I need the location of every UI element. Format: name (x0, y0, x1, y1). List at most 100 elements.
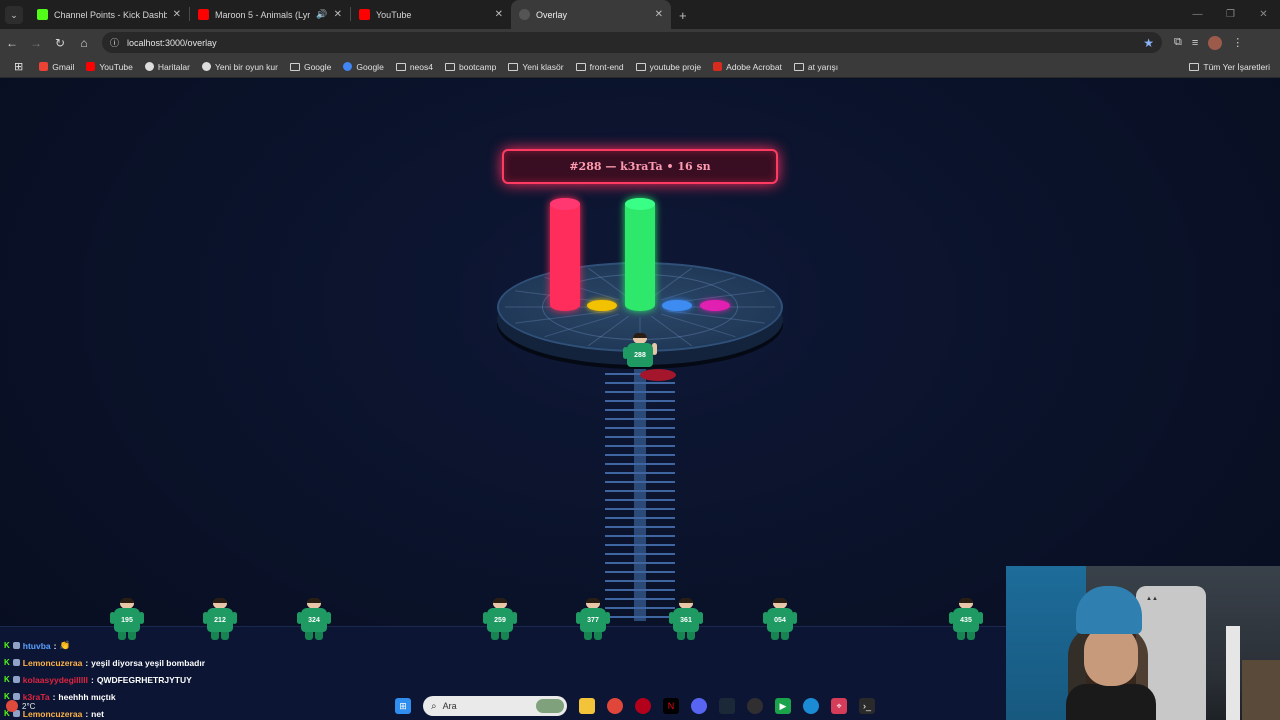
maps-pin-icon[interactable]: ⌖ (831, 698, 847, 714)
forward-arrow-icon[interactable]: → (24, 31, 48, 55)
back-arrow-icon[interactable]: ← (0, 31, 24, 55)
player-number: 361 (673, 608, 699, 632)
ladder-rung (605, 553, 675, 555)
chat-overlay: Khtuvba: 👏 K Lemoncuzeraa: yeşil diyorsa yeş… (0, 637, 420, 720)
speaker-icon[interactable]: 🔊 (316, 9, 327, 20)
minimize-icon[interactable]: — (1181, 0, 1214, 29)
discord-icon[interactable] (691, 698, 707, 714)
player-number: 324 (301, 608, 327, 632)
ladder-rung (605, 454, 675, 456)
round-banner: #288 — k3raTa • 16 sn (502, 149, 778, 184)
player-figure: 324 (297, 598, 331, 642)
close-icon[interactable]: ✕ (173, 9, 181, 20)
ladder-rail (634, 369, 646, 621)
apps-grid-icon[interactable]: ⊞ (8, 60, 33, 73)
home-icon[interactable]: ⌂ (72, 31, 96, 55)
player-hair (307, 598, 321, 603)
search-placeholder: Ara (442, 701, 457, 711)
navigation-bar: ← → ↻ ⌂ ⓘ localhost:3000/overlay ★ ⧉ ≡ ⋮ (0, 29, 1280, 56)
maps-icon (144, 62, 154, 71)
chat-separator: : (90, 674, 94, 685)
close-icon[interactable]: ✕ (334, 9, 342, 20)
kick-badge-icon: K (4, 675, 10, 684)
bookmark-youtube-proje[interactable]: youtube proje (630, 62, 708, 72)
gmail-icon (39, 62, 49, 71)
tab-youtube[interactable]: YouTube ✕ (351, 0, 511, 29)
bookmark-at-yarisi[interactable]: at yarışı (788, 62, 844, 72)
app-icon-red[interactable] (635, 698, 651, 714)
bookmark-haritalar[interactable]: Haritalar (139, 62, 196, 72)
terminal-icon[interactable]: ›_ (859, 698, 875, 714)
globe-icon (519, 9, 530, 20)
bookmark-label: at yarışı (807, 61, 839, 72)
ladder-rung (605, 481, 675, 483)
profile-avatar[interactable] (1208, 35, 1223, 50)
bookmark-label: Yeni bir oyun kur (214, 61, 278, 72)
steam-icon[interactable] (719, 698, 735, 714)
ladder-rung (605, 463, 675, 465)
player-leg (501, 631, 509, 640)
file-explorer-icon[interactable] (579, 698, 595, 714)
bookmark-google-folder[interactable]: Google (284, 62, 337, 72)
bookmark-front-end[interactable]: front-end (570, 62, 630, 72)
chat-separator: : (53, 640, 57, 651)
chrome-icon[interactable] (607, 698, 623, 714)
folder-icon (1189, 62, 1200, 71)
netflix-icon[interactable]: N (663, 698, 679, 714)
bookmark-label: Gmail (52, 61, 75, 72)
tab-overlay[interactable]: Overlay ✕ (511, 0, 671, 29)
bookmark-neos4[interactable]: neos4 (390, 62, 439, 72)
more-menu-icon[interactable]: ⋮ (1232, 36, 1243, 49)
player-number: 259 (487, 608, 513, 632)
chat-message: Kk3raTa: heehhh mıçtık (0, 688, 420, 705)
chat-text: QWDFEGRHETRJYTUY (96, 674, 192, 685)
bookmark-star-icon[interactable]: ★ (1143, 36, 1154, 50)
chat-message: Khtuvba: 👏 (0, 637, 420, 654)
player-hair (213, 598, 227, 603)
pillar-cap (625, 198, 655, 210)
close-icon[interactable]: ✕ (655, 9, 663, 20)
chat-text: net (91, 708, 104, 719)
bookmark-gmail[interactable]: Gmail (33, 62, 80, 72)
user-badge-icon (12, 642, 20, 649)
bookmark-yeni-klasor[interactable]: Yeni klasör (502, 62, 569, 72)
tab-kick-dashboard[interactable]: Channel Points - Kick Dashboa ✕ (29, 0, 189, 29)
color-dot (700, 300, 730, 311)
bookmark-youtube[interactable]: YouTube (80, 62, 138, 72)
folder-icon (635, 62, 646, 71)
obs-icon[interactable] (747, 698, 763, 714)
address-bar[interactable]: ⓘ localhost:3000/overlay ★ (102, 32, 1162, 53)
tab-search-button[interactable]: ⌄ (5, 6, 23, 24)
system-tray-weather[interactable]: 2°C (6, 692, 35, 720)
chat-message: Kkolaasyydegilllll: QWDFEGRHETRJYTUY (0, 671, 420, 688)
player-figure: 435 (949, 598, 983, 642)
bookmark-yeni-oyun[interactable]: Yeni bir oyun kur (196, 62, 284, 72)
webcam-shelf (1242, 660, 1280, 720)
tab-label: Channel Points - Kick Dashboa (54, 9, 167, 20)
ladder-rung (605, 544, 675, 546)
game-icon (201, 62, 211, 71)
bookmark-label: YouTube (99, 61, 133, 72)
close-icon[interactable]: ✕ (495, 9, 503, 20)
chat-separator: : (85, 708, 89, 719)
bookmark-adobe-acrobat[interactable]: Adobe Acrobat (707, 62, 788, 72)
taskbar-search[interactable]: ⌕ Ara (423, 696, 567, 716)
extensions-icon[interactable]: ⧉ (1174, 36, 1182, 49)
reload-icon[interactable]: ↻ (48, 31, 72, 55)
windows-start-icon[interactable]: ⊞ (395, 698, 411, 714)
tab-label: Overlay (536, 9, 568, 20)
play-icon[interactable]: ▶ (775, 698, 791, 714)
bookmark-bootcamp[interactable]: bootcamp (439, 62, 502, 72)
new-tab-button[interactable]: + (679, 8, 687, 23)
bookmark-google[interactable]: Google (337, 62, 389, 72)
tab-maroon5[interactable]: Maroon 5 - Animals (Lyric V 🔊 ✕ (190, 0, 350, 29)
browser-icon[interactable] (803, 698, 819, 714)
close-window-icon[interactable]: ✕ (1247, 0, 1280, 29)
bookmark-label: bootcamp (458, 61, 497, 72)
media-control-icon[interactable]: ≡ (1192, 37, 1198, 49)
all-bookmarks[interactable]: Tüm Yer İşaretleri (1183, 62, 1276, 72)
site-info-icon[interactable]: ⓘ (110, 36, 119, 49)
ladder-rung (605, 616, 675, 618)
restore-icon[interactable]: ❐ (1214, 0, 1247, 29)
player-leg (491, 631, 499, 640)
